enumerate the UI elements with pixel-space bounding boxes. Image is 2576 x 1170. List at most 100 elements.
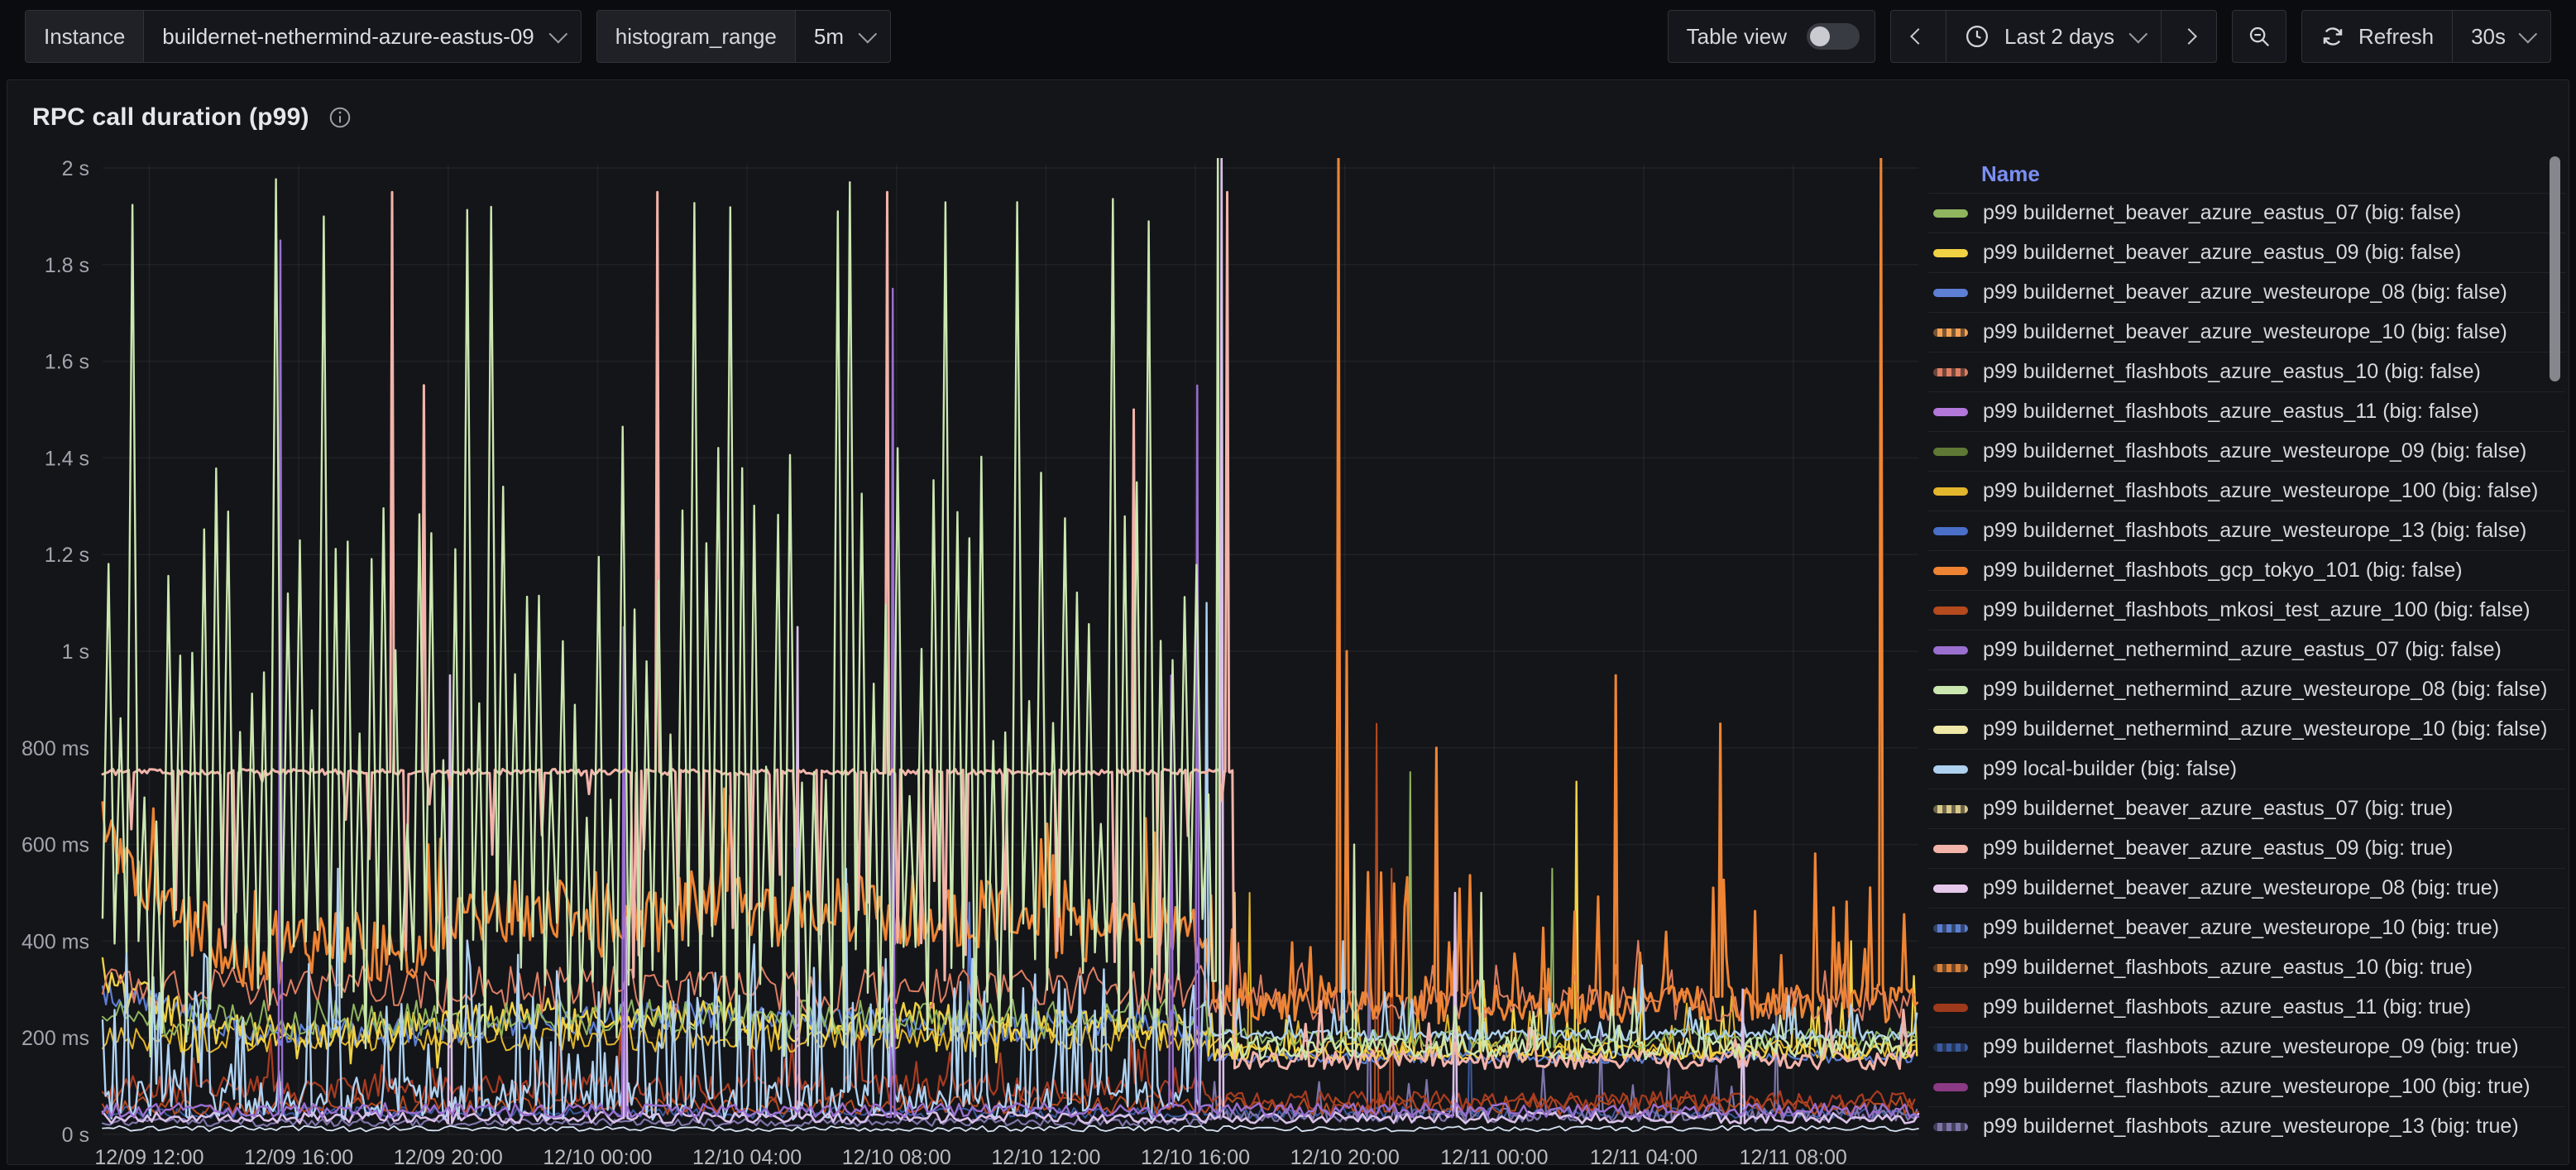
histogram-range-value: 5m <box>814 24 844 50</box>
y-axis-tick-label: 800 ms <box>22 737 89 760</box>
series-color-marker <box>1933 924 1968 933</box>
time-range-picker[interactable]: Last 2 days <box>1946 11 2161 62</box>
series-color-marker <box>1933 1083 1968 1091</box>
legend-item[interactable]: p99 buildernet_beaver_azure_eastus_09 (b… <box>1928 828 2565 868</box>
y-axis-tick-label: 200 ms <box>22 1027 89 1050</box>
x-axis-tick-label: 12/10 16:00 <box>1141 1146 1250 1166</box>
legend-item-label: p99 buildernet_beaver_azure_eastus_07 (b… <box>1983 201 2461 225</box>
series-color-marker <box>1933 964 1968 972</box>
legend-item-label: p99 buildernet_flashbots_azure_westeurop… <box>1983 439 2526 463</box>
legend-scrollbar[interactable] <box>2550 156 2560 381</box>
legend-item-label: p99 buildernet_flashbots_azure_eastus_11… <box>1983 400 2479 424</box>
x-axis-tick-label: 12/10 20:00 <box>1290 1146 1400 1166</box>
timeseries-chart[interactable]: 0 s200 ms400 ms600 ms800 ms1 s1.2 s1.4 s… <box>7 155 1935 1166</box>
legend-item-label: p99 buildernet_flashbots_gcp_tokyo_101 (… <box>1983 559 2463 583</box>
time-shift-back-button[interactable] <box>1891 11 1946 62</box>
refresh-icon <box>2320 24 2345 49</box>
refresh-button[interactable]: Refresh <box>2302 11 2452 62</box>
legend-item-label: p99 buildernet_flashbots_azure_westeurop… <box>1983 479 2538 503</box>
legend-item[interactable]: p99 buildernet_nethermind_azure_eastus_0… <box>1928 630 2565 669</box>
legend-item-label: p99 buildernet_nethermind_azure_eastus_0… <box>1983 638 2502 662</box>
legend-item-label: p99 buildernet_flashbots_mkosi_test_azur… <box>1983 598 2531 622</box>
legend-item[interactable]: p99 buildernet_flashbots_azure_westeurop… <box>1928 511 2565 550</box>
refresh-interval-select[interactable]: 30s <box>2453 11 2550 62</box>
series-color-marker <box>1933 607 1968 615</box>
series-line <box>103 155 1918 1024</box>
panel-header[interactable]: RPC call duration (p99) <box>7 80 2569 155</box>
legend-item[interactable]: p99 buildernet_beaver_azure_westeurope_0… <box>1928 868 2565 908</box>
legend-item[interactable]: p99 buildernet_beaver_azure_eastus_09 (b… <box>1928 233 2565 272</box>
legend-item-label: p99 buildernet_beaver_azure_eastus_09 (b… <box>1983 837 2453 861</box>
table-view-group: Table view <box>1668 10 1875 63</box>
legend-item[interactable]: p99 buildernet_nethermind_azure_westeuro… <box>1928 709 2565 749</box>
legend-item[interactable]: p99 buildernet_flashbots_azure_westeurop… <box>1928 431 2565 471</box>
legend-item[interactable]: p99 buildernet_flashbots_azure_eastus_11… <box>1928 391 2565 431</box>
series-color-marker <box>1933 527 1968 535</box>
series-color-marker <box>1933 408 1968 416</box>
series-color-marker <box>1933 726 1968 734</box>
legend-item[interactable]: p99 buildernet_flashbots_azure_westeurop… <box>1928 1067 2565 1106</box>
chevron-down-icon <box>859 25 878 44</box>
chevron-left-icon <box>1910 28 1927 45</box>
series-color-marker <box>1933 289 1968 297</box>
y-axis-tick-label: 0 s <box>62 1124 89 1147</box>
legend-item-label: p99 buildernet_beaver_azure_eastus_07 (b… <box>1983 797 2453 821</box>
legend-item-label: p99 buildernet_flashbots_azure_westeurop… <box>1983 1115 2519 1139</box>
series-color-marker <box>1933 845 1968 853</box>
legend-item-label: p99 buildernet_flashbots_azure_eastus_10… <box>1983 956 2473 980</box>
x-axis-tick-label: 12/10 00:00 <box>543 1146 652 1166</box>
series-color-marker <box>1933 885 1968 893</box>
series-color-marker <box>1933 805 1968 813</box>
instance-select[interactable]: buildernet-nethermind-azure-eastus-09 <box>144 11 580 62</box>
chart-legend: Name p99 buildernet_beaver_azure_eastus_… <box>1928 155 2565 1163</box>
legend-item[interactable]: p99 buildernet_beaver_azure_westeurope_1… <box>1928 312 2565 352</box>
clock-icon <box>1965 24 1989 49</box>
legend-item[interactable]: p99 buildernet_beaver_azure_westeurope_0… <box>1928 272 2565 312</box>
y-axis-tick-label: 1.4 s <box>45 447 89 470</box>
zoom-out-icon <box>2247 24 2272 49</box>
info-icon[interactable] <box>328 105 352 130</box>
legend-item[interactable]: p99 buildernet_flashbots_azure_westeurop… <box>1928 1027 2565 1067</box>
legend-item[interactable]: p99 buildernet_nethermind_azure_westeuro… <box>1928 669 2565 709</box>
y-axis-tick-label: 2 s <box>62 157 89 180</box>
legend-item[interactable]: p99 buildernet_flashbots_mkosi_test_azur… <box>1928 590 2565 630</box>
histogram-range-select[interactable]: 5m <box>796 11 890 62</box>
legend-item[interactable]: p99 buildernet_flashbots_azure_eastus_11… <box>1928 987 2565 1027</box>
zoom-out-button[interactable] <box>2233 11 2286 62</box>
series-color-marker <box>1933 209 1968 218</box>
legend-item-label: p99 buildernet_flashbots_azure_westeurop… <box>1983 519 2526 543</box>
legend-item[interactable]: p99 buildernet_flashbots_gcp_tokyo_101 (… <box>1928 550 2565 590</box>
instance-label: Instance <box>26 11 144 62</box>
time-range-group: Last 2 days <box>1890 10 2217 63</box>
y-axis-tick-label: 1.8 s <box>45 254 89 277</box>
legend-item[interactable]: p99 buildernet_flashbots_azure_eastus_10… <box>1928 947 2565 987</box>
y-axis-tick-label: 400 ms <box>22 930 89 953</box>
series-color-marker <box>1933 567 1968 575</box>
refresh-label: Refresh <box>2358 24 2434 50</box>
series-color-marker <box>1933 1043 1968 1052</box>
series-color-marker <box>1933 249 1968 257</box>
legend-item[interactable]: p99 buildernet_beaver_azure_eastus_07 (b… <box>1928 789 2565 828</box>
table-view-toggle[interactable] <box>1807 23 1860 50</box>
y-axis-tick-label: 600 ms <box>22 834 89 857</box>
legend-item-label: p99 local-builder (big: false) <box>1983 757 2237 781</box>
chevron-right-icon <box>2181 28 2197 45</box>
legend-item[interactable]: p99 buildernet_flashbots_azure_westeurop… <box>1928 471 2565 511</box>
table-view-label: Table view <box>1669 11 1792 62</box>
legend-item[interactable]: p99 buildernet_flashbots_azure_westeurop… <box>1928 1106 2565 1146</box>
x-axis-tick-label: 12/10 04:00 <box>692 1146 802 1166</box>
time-shift-forward-button[interactable] <box>2162 11 2216 62</box>
legend-item[interactable]: p99 buildernet_flashbots_azure_eastus_10… <box>1928 352 2565 391</box>
x-axis-tick-label: 12/09 16:00 <box>244 1146 353 1166</box>
histogram-range-variable: histogram_range 5m <box>596 10 891 63</box>
instance-variable: Instance buildernet-nethermind-azure-eas… <box>25 10 582 63</box>
x-axis-tick-label: 12/10 12:00 <box>991 1146 1100 1166</box>
legend-item-label: p99 buildernet_beaver_azure_eastus_09 (b… <box>1983 241 2461 265</box>
x-axis-tick-label: 12/09 12:00 <box>94 1146 203 1166</box>
series-color-marker <box>1933 765 1968 774</box>
legend-header: Name <box>1928 155 2565 193</box>
time-range-value: Last 2 days <box>2004 24 2114 50</box>
legend-item[interactable]: p99 buildernet_beaver_azure_westeurope_1… <box>1928 908 2565 947</box>
legend-item[interactable]: p99 buildernet_beaver_azure_eastus_07 (b… <box>1928 193 2565 233</box>
legend-item[interactable]: p99 local-builder (big: false) <box>1928 749 2565 789</box>
